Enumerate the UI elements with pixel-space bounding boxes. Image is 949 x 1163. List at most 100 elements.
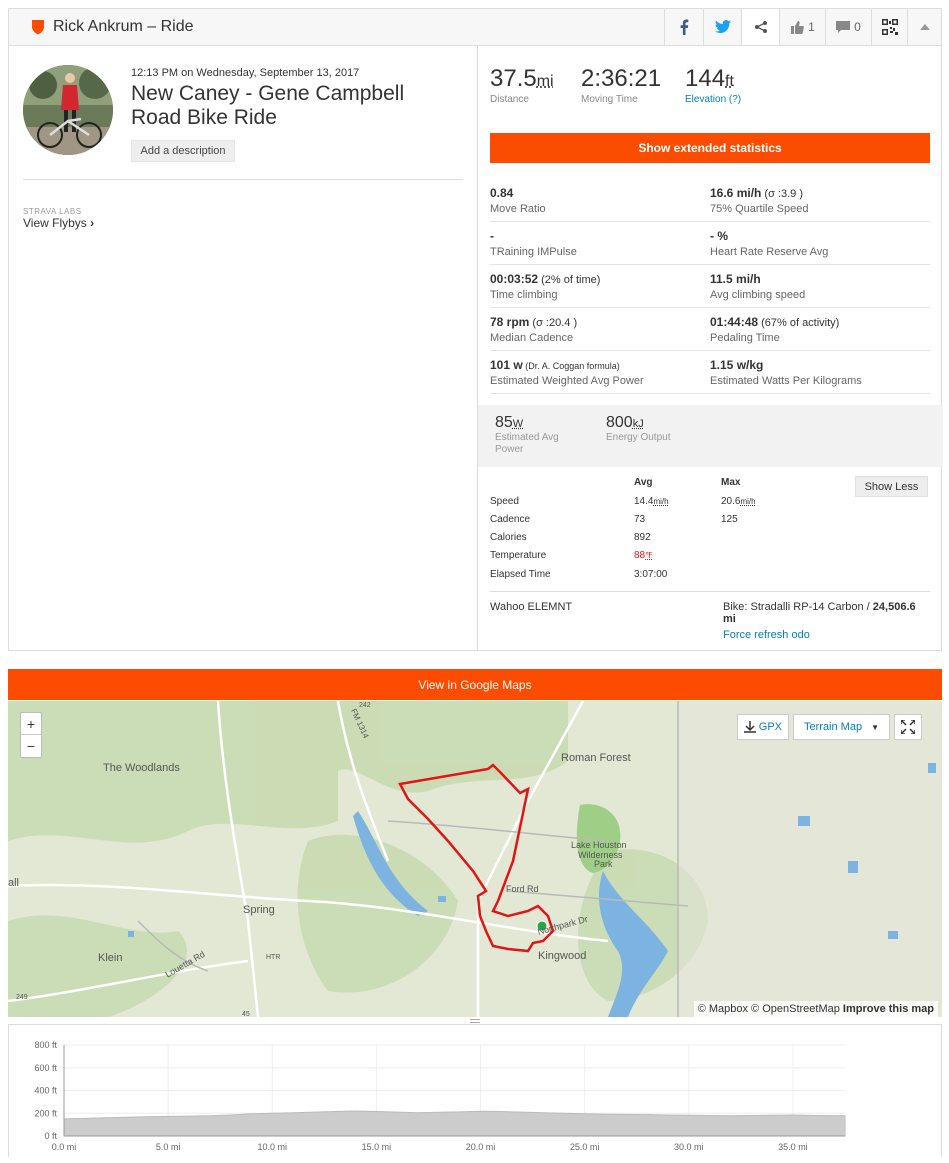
detail-label-value: Elapsed Time bbox=[490, 569, 551, 580]
y-tick-label: 400 ft bbox=[34, 1086, 57, 1096]
detail-label-value: Speed bbox=[490, 496, 519, 507]
qr-code-icon bbox=[882, 19, 898, 35]
detail-max: 125 bbox=[721, 514, 738, 525]
map-label-249: 249 bbox=[16, 994, 28, 1001]
map-label-htr: HTR bbox=[266, 954, 280, 961]
route-map[interactable]: The Woodlands Roman Forest Lake Houston … bbox=[8, 701, 942, 1017]
detail-label-value: Calories bbox=[490, 532, 527, 543]
map-label-spring: Spring bbox=[243, 904, 275, 916]
stat-label: 75% Quartile Speed bbox=[710, 203, 930, 215]
stat-value-extra: (2% of time) bbox=[538, 274, 600, 286]
elevation-help-link[interactable]: Elevation (?) bbox=[685, 94, 741, 105]
moving-time-value: 2:36:21 bbox=[581, 65, 661, 93]
detail-label: Calories bbox=[490, 532, 527, 543]
stat-value-main: 1.15 w/kg bbox=[710, 358, 763, 372]
stat-value-extra: (σ :20.4 ) bbox=[529, 317, 577, 329]
stat-value-main: 0.84 bbox=[490, 186, 513, 200]
avg-power-stat: 85W Estimated Avg Power bbox=[495, 414, 575, 456]
comment-icon bbox=[836, 21, 850, 34]
twitter-icon bbox=[715, 20, 731, 34]
detail-label-value: Temperature bbox=[490, 550, 546, 561]
x-tick-label: 20.0 mi bbox=[466, 1142, 496, 1152]
detail-avg-unit: ℉ bbox=[645, 551, 653, 560]
y-tick-label: 600 ft bbox=[34, 1063, 57, 1073]
add-description-button[interactable]: Add a description bbox=[131, 140, 235, 162]
stat-label: TRaining IMPulse bbox=[490, 246, 710, 258]
twitter-share-button[interactable] bbox=[703, 9, 741, 45]
activity-datetime: 12:13 PM on Wednesday, September 13, 201… bbox=[131, 67, 359, 79]
stat-label: Time climbing bbox=[490, 289, 710, 301]
improve-map-link[interactable]: Improve this map bbox=[843, 1003, 934, 1015]
elevation-chart[interactable]: 800 ft 600 ft 400 ft 200 ft 0 ft0.0 mi 5.0 mi… bbox=[9, 1025, 941, 1158]
stat-value: 0.84 bbox=[490, 186, 710, 200]
stat-cell: 16.6 mi/h (σ :3.9 ) 75% Quartile Speed bbox=[710, 186, 930, 221]
detail-label: Cadence bbox=[490, 514, 530, 525]
map-canvas[interactable]: The Woodlands Roman Forest Lake Houston … bbox=[8, 701, 942, 1017]
comments-count: 0 bbox=[854, 20, 861, 34]
stat-value-main: 11.5 mi/h bbox=[710, 272, 761, 286]
map-label-kingwood: Kingwood bbox=[538, 950, 586, 962]
stat-label: Estimated Weighted Avg Power bbox=[490, 375, 710, 387]
detail-label-value: Cadence bbox=[490, 514, 530, 525]
stat-label: Heart Rate Reserve Avg bbox=[710, 246, 930, 258]
x-tick-label: 5.0 mi bbox=[156, 1142, 181, 1152]
stat-cell: 0.84 Move Ratio bbox=[490, 186, 710, 221]
collapse-button[interactable] bbox=[907, 9, 941, 45]
detail-avg-value: 73 bbox=[634, 514, 645, 525]
show-less-button[interactable]: Show Less bbox=[855, 476, 928, 497]
gpx-download-button[interactable]: GPX bbox=[737, 714, 789, 740]
detail-avg-unit: mi/h bbox=[653, 497, 668, 506]
map-resize-handle[interactable] bbox=[470, 1019, 480, 1023]
share-button[interactable] bbox=[741, 9, 779, 45]
elevation-unit: ft bbox=[725, 73, 734, 90]
zoom-in-button[interactable]: + bbox=[21, 713, 41, 735]
stat-value-main: 101 w bbox=[490, 358, 523, 372]
avg-power-label: Estimated Avg Power bbox=[495, 432, 575, 456]
stat-value-extra: (67% of activity) bbox=[758, 317, 839, 329]
activity-stats: 37.5mi Distance 2:36:21 Moving Time 144f… bbox=[477, 46, 942, 650]
detail-avg-value: 14.4 bbox=[634, 496, 653, 507]
map-label-roman-forest: Roman Forest bbox=[561, 752, 631, 764]
show-extended-statistics-button[interactable]: Show extended statistics bbox=[490, 133, 930, 163]
stat-cell: - % Heart Rate Reserve Avg bbox=[710, 229, 930, 264]
x-tick-label: 35.0 mi bbox=[778, 1142, 808, 1152]
stat-cell: 1.15 w/kg Estimated Watts Per Kilograms bbox=[710, 358, 930, 393]
chevron-right-icon: › bbox=[90, 216, 94, 230]
view-in-google-maps-button[interactable]: View in Google Maps bbox=[8, 669, 942, 701]
zoom-controls: + − bbox=[20, 712, 42, 758]
qr-code-button[interactable] bbox=[871, 9, 907, 45]
y-tick-label: 0 ft bbox=[44, 1131, 57, 1141]
detail-max-unit: mi/h bbox=[740, 497, 755, 506]
stat-label: Pedaling Time bbox=[710, 332, 930, 344]
avg-power-value: 85 bbox=[495, 414, 513, 431]
attribution-text: © Mapbox © OpenStreetMap bbox=[698, 1003, 843, 1015]
map-label-ford-rd: Ford Rd bbox=[506, 884, 539, 894]
facebook-share-button[interactable] bbox=[664, 9, 703, 45]
map-type-select[interactable]: Terrain Map ▼ bbox=[793, 714, 890, 740]
moving-time-label: Moving Time bbox=[581, 94, 661, 105]
map-label-klein: Klein bbox=[98, 952, 122, 964]
y-tick-label: 800 ft bbox=[34, 1040, 57, 1050]
x-tick-label: 30.0 mi bbox=[674, 1142, 704, 1152]
stat-value-main: 00:03:52 bbox=[490, 272, 538, 286]
map-label-the-woodlands: The Woodlands bbox=[103, 762, 180, 774]
elevation-area bbox=[64, 1111, 845, 1136]
map-label-lake-houston: Lake Houston bbox=[571, 840, 627, 850]
detail-avg: 14.4mi/h bbox=[634, 496, 669, 507]
view-flybys-link[interactable]: View Flybys › bbox=[23, 216, 94, 230]
avatar[interactable] bbox=[23, 65, 113, 155]
stat-value: 01:44:48 (67% of activity) bbox=[710, 315, 930, 329]
energy-value: 800 bbox=[606, 414, 633, 431]
stat-value: 101 w (Dr. A. Coggan formula) bbox=[490, 358, 710, 372]
stat-label: Median Cadence bbox=[490, 332, 710, 344]
stat-value-main: 01:44:48 bbox=[710, 315, 758, 329]
comments-button[interactable]: 0 bbox=[825, 9, 871, 45]
zoom-out-button[interactable]: − bbox=[21, 735, 41, 757]
force-refresh-odo-link[interactable]: Force refresh odo bbox=[723, 629, 930, 641]
kudos-button[interactable]: 1 bbox=[779, 9, 825, 45]
detail-max-value: 125 bbox=[721, 514, 738, 525]
top-bar: Rick Ankrum – Ride 1 0 bbox=[8, 8, 942, 46]
map-tools: GPX Terrain Map ▼ bbox=[737, 714, 922, 740]
fullscreen-button[interactable] bbox=[894, 714, 922, 740]
detail-avg-value: 88 bbox=[634, 550, 645, 561]
